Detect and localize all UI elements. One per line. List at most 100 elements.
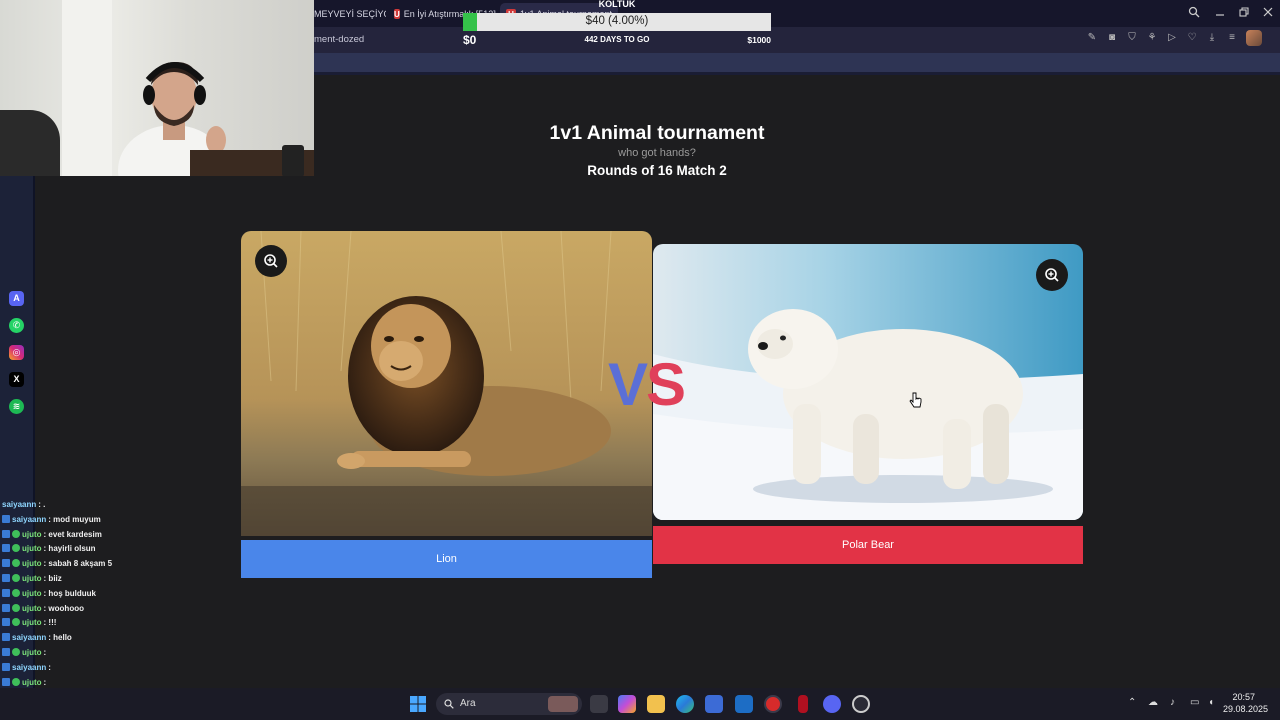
windows-start-icon[interactable] — [410, 696, 426, 712]
taskbar-search[interactable]: Ara — [436, 693, 582, 715]
chat-username[interactable]: saiyaann — [12, 633, 46, 642]
play-icon[interactable]: ▷ — [1166, 32, 1178, 44]
netflix-icon[interactable] — [798, 695, 808, 713]
minimize-icon[interactable] — [1214, 6, 1226, 18]
chat-text: : — [43, 648, 47, 657]
download-icon[interactable]: ⤓ — [1206, 32, 1218, 44]
chat-badge-icon — [2, 633, 10, 642]
display-icon[interactable]: ▭ — [1190, 697, 1199, 708]
chat-username[interactable]: saiyaann — [2, 500, 36, 509]
edit-icon[interactable]: ✎ — [1086, 32, 1098, 44]
goal-amount: $40 (4.00%) — [585, 15, 649, 27]
chat-message: ujuto: evet kardesim — [2, 529, 102, 542]
chat-sub-badge-icon — [12, 544, 20, 553]
outlook-icon[interactable] — [735, 695, 753, 713]
chat-sub-badge-icon — [12, 559, 20, 568]
bookmarks-bar — [314, 53, 1280, 75]
shield-icon[interactable]: ⛉ — [1126, 32, 1138, 44]
lion-photo — [241, 231, 652, 536]
discord-icon[interactable] — [823, 695, 841, 713]
tab-meyveyi[interactable]: MEYVEYİ SEÇİYORU — [308, 3, 386, 25]
screen: MEYVEYİ SEÇİYORU U En İyi Atıştırmalık [… — [0, 0, 1280, 720]
chat-username[interactable]: ujuto — [22, 530, 42, 539]
chat-sub-badge-icon — [12, 677, 20, 686]
opera-gx-icon[interactable] — [764, 695, 782, 713]
address-bar[interactable]: ment-dozed ✎ ◙ ⛉ ⚘ ▷ ♡ ⤓ ≡ — [314, 27, 1280, 53]
chat-badge-icon — [2, 662, 10, 671]
polar-bear-image[interactable] — [653, 244, 1083, 520]
chat-text: : evet kardesim — [43, 529, 102, 539]
chat-username[interactable]: ujuto — [22, 604, 42, 613]
chat-message: saiyaann: mod muyum — [2, 514, 101, 527]
chat-username[interactable]: saiyaann — [12, 515, 46, 524]
tray-chevron-icon[interactable]: ⌃ — [1128, 697, 1136, 708]
zoom-in-icon[interactable] — [255, 245, 287, 277]
site-favicon-icon: U — [394, 9, 400, 19]
profile-avatar[interactable] — [1246, 30, 1262, 46]
chat-username[interactable]: ujuto — [22, 678, 42, 687]
copilot-icon[interactable] — [618, 695, 636, 713]
hand-cursor-icon — [909, 392, 922, 408]
chat-sub-badge-icon — [12, 618, 20, 627]
camera-icon[interactable]: ◙ — [1106, 32, 1118, 44]
chat-message: saiyaann: . — [2, 500, 45, 512]
chat-username[interactable]: saiyaann — [12, 663, 46, 672]
vs-v: V — [608, 351, 648, 418]
chat-sub-badge-icon — [12, 648, 20, 656]
close-icon[interactable] — [1262, 6, 1274, 18]
chat-badge-icon — [2, 648, 10, 656]
whatsapp-icon[interactable]: ✆ — [9, 318, 24, 333]
donation-goal-overlay: KOLTUK $40 (4.00%) $0 442 DAYS TO GO $10… — [463, 0, 771, 48]
steam-icon[interactable] — [852, 695, 870, 713]
clock-time[interactable]: 20:57 — [1232, 692, 1255, 702]
microphone-icon[interactable]: ♪ — [1170, 697, 1175, 708]
goal-progress-track: $40 (4.00%) — [463, 13, 771, 31]
page-subtitle: who got hands? — [618, 147, 696, 159]
search-highlight-image — [548, 696, 578, 712]
lion-image[interactable] — [241, 231, 652, 536]
polar-bear-photo — [653, 244, 1083, 520]
chat-text: : hello — [48, 633, 72, 643]
chat-text: : — [43, 677, 47, 687]
chat-message: ujuto: biiz — [2, 574, 62, 586]
menu-icon[interactable]: ≡ — [1226, 32, 1238, 44]
edge-icon[interactable] — [676, 695, 694, 713]
chat-message: ujuto: — [2, 648, 46, 660]
x-twitter-icon[interactable]: X — [9, 372, 24, 387]
goal-max: $1000 — [747, 35, 771, 45]
toolbar-icons: ✎ ◙ ⛉ ⚘ ▷ ♡ ⤓ ≡ — [1086, 30, 1262, 46]
chat-username[interactable]: ujuto — [22, 574, 42, 583]
chat-username[interactable]: ujuto — [22, 559, 42, 568]
spotify-icon[interactable]: ≋ — [9, 399, 24, 414]
clock-date[interactable]: 29.08.2025 — [1223, 704, 1268, 714]
chat-username[interactable]: ujuto — [22, 618, 42, 627]
windows-taskbar: Ara ⌃ ☁ ♪ ▭ ◖ 20:57 29.08.2025 — [0, 688, 1280, 720]
url-text[interactable]: ment-dozed — [314, 34, 364, 45]
chat-text: : biiz — [43, 574, 62, 583]
search-icon[interactable] — [1188, 6, 1200, 18]
file-explorer-icon[interactable] — [647, 695, 665, 713]
chat-badge-icon — [2, 529, 10, 538]
chat-badge-icon — [2, 677, 10, 686]
zoom-in-icon[interactable] — [1036, 259, 1068, 291]
choose-lion-button[interactable]: Lion — [241, 540, 652, 578]
chat-username[interactable]: ujuto — [22, 589, 42, 598]
chat-message: ujuto: woohooo — [2, 603, 84, 616]
extension-icon[interactable]: ⚘ — [1146, 32, 1158, 44]
instagram-icon[interactable]: ◎ — [9, 345, 24, 360]
chat-message: saiyaann: — [2, 662, 51, 675]
choose-polar-bear-button[interactable]: Polar Bear — [653, 526, 1083, 564]
chat-username[interactable]: ujuto — [22, 648, 42, 657]
window-curtain — [62, 0, 112, 176]
chat-message: ujuto: hoş bulduuk — [2, 588, 96, 601]
volume-icon[interactable]: ◖ — [1208, 697, 1214, 708]
task-view-icon[interactable] — [590, 695, 608, 713]
goal-name: KOLTUK — [598, 0, 636, 9]
network-off-icon[interactable]: ☁ — [1148, 697, 1158, 708]
chat-message: ujuto: sabah 8 akşam 5 — [2, 559, 112, 571]
heart-icon[interactable]: ♡ — [1186, 32, 1198, 44]
aria-icon[interactable]: A — [9, 291, 24, 306]
store-icon[interactable] — [705, 695, 723, 713]
restore-icon[interactable] — [1238, 6, 1250, 18]
chat-username[interactable]: ujuto — [22, 544, 42, 553]
